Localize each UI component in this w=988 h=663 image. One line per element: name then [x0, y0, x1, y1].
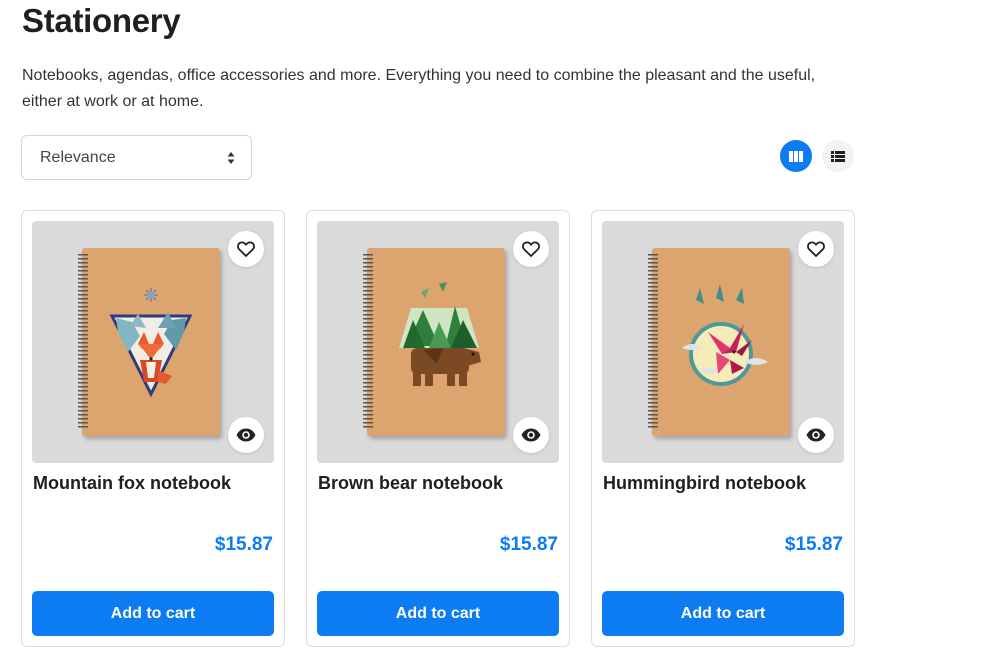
product-image[interactable] [317, 221, 559, 463]
notebook-cover [363, 248, 505, 436]
bear-illustration [399, 282, 481, 386]
eye-icon [806, 428, 826, 442]
product-card: Hummingbird notebook $15.87 Add to cart [591, 210, 855, 647]
add-to-wishlist-button[interactable] [513, 231, 549, 267]
list-view-icon [831, 150, 845, 162]
add-to-wishlist-button[interactable] [798, 231, 834, 267]
quick-view-button[interactable] [228, 417, 264, 453]
sort-selected-value: Relevance [40, 148, 116, 166]
quick-view-button[interactable] [513, 417, 549, 453]
add-to-wishlist-button[interactable] [228, 231, 264, 267]
category-description: Notebooks, agendas, office accessories a… [22, 67, 816, 110]
product-name[interactable]: Brown bear notebook [318, 473, 503, 494]
product-price: $15.87 [499, 534, 558, 555]
add-to-cart-button[interactable]: Add to cart [32, 591, 274, 636]
page-title: Stationery [22, 2, 181, 39]
product-name[interactable]: Mountain fox notebook [33, 473, 231, 494]
product-image[interactable] [32, 221, 274, 463]
product-image[interactable] [602, 221, 844, 463]
product-price: $15.87 [784, 534, 843, 555]
heart-icon [237, 241, 255, 257]
grid-view-button[interactable] [780, 140, 812, 172]
list-view-button[interactable] [822, 140, 854, 172]
heart-icon [522, 241, 540, 257]
eye-icon [521, 428, 541, 442]
heart-icon [807, 241, 825, 257]
product-card: Mountain fox notebook $15.87 Add to cart [21, 210, 285, 647]
product-card: Brown bear notebook $15.87 Add to cart [306, 210, 570, 647]
sort-arrows-icon [227, 152, 235, 164]
add-to-cart-button[interactable]: Add to cart [317, 591, 559, 636]
product-name[interactable]: Hummingbird notebook [603, 473, 806, 494]
quick-view-button[interactable] [798, 417, 834, 453]
eye-icon [236, 428, 256, 442]
fox-illustration [109, 288, 193, 398]
sort-select[interactable]: Relevance [21, 135, 252, 180]
grid-view-icon [789, 150, 803, 162]
notebook-cover [648, 248, 790, 436]
add-to-cart-button[interactable]: Add to cart [602, 591, 844, 636]
notebook-cover [78, 248, 220, 436]
hummingbird-illustration [682, 284, 768, 386]
product-price: $15.87 [214, 534, 273, 555]
